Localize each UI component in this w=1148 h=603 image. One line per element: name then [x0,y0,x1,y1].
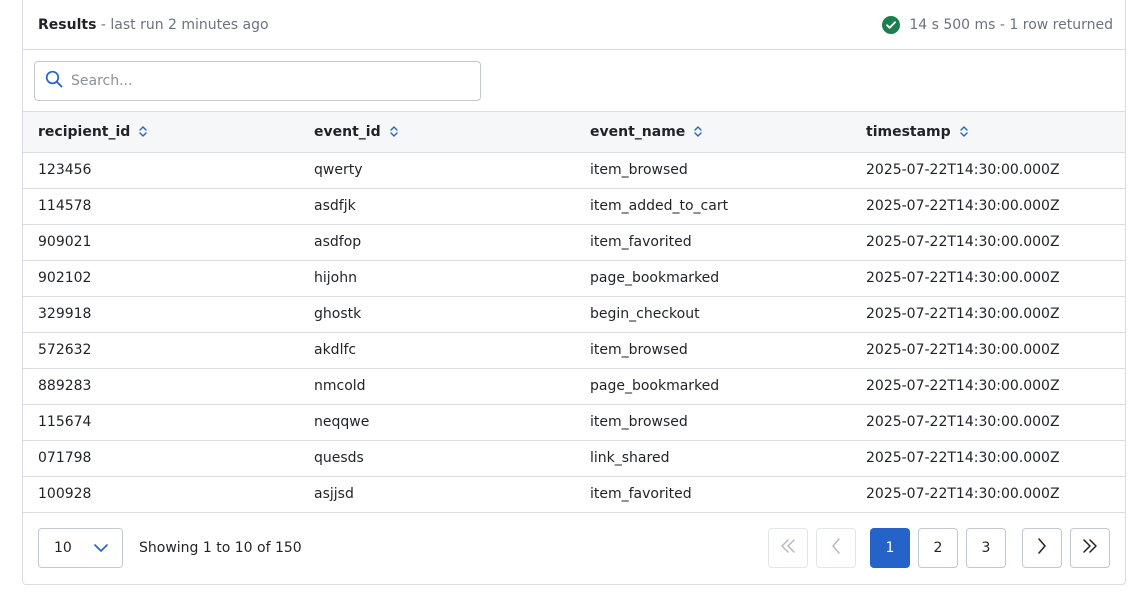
column-header-recipient-id[interactable]: recipient_id [23,112,299,152]
cell-timestamp: 2025-07-22T14:30:00.000Z [866,198,1060,214]
cell-event-id: asdfop [314,234,362,250]
cell-timestamp: 2025-07-22T14:30:00.000Z [866,234,1060,250]
cell-event-id: akdlfc [314,342,357,358]
search-input[interactable] [71,73,451,89]
cell-event-id: ghostk [314,306,362,322]
page-button-1[interactable]: 1 [870,528,910,568]
page-size-value: 10 [54,540,72,556]
cell-event-id: qwerty [314,162,363,178]
cell-timestamp: 2025-07-22T14:30:00.000Z [866,414,1060,430]
double-chevron-left-icon [780,539,796,557]
footer-left: 10 Showing 1 to 10 of 150 [38,528,302,568]
results-table: recipient_id event_id event_name timesta… [23,112,1125,513]
cell-event-id: asdfjk [314,198,356,214]
cell-event-name: page_bookmarked [590,270,720,286]
pagination-summary: Showing 1 to 10 of 150 [139,540,302,556]
cell-event-id: asjjsd [314,486,354,502]
cell-recipient-id: 100928 [38,486,92,502]
cell-timestamp: 2025-07-22T14:30:00.000Z [866,342,1060,358]
search-bar [23,50,1125,112]
chevron-right-icon [1037,538,1047,558]
sort-icon[interactable] [389,125,398,138]
column-label: event_name [590,123,686,140]
page-button-2[interactable]: 2 [918,528,958,568]
chevron-down-icon [94,540,108,556]
title-separator: - [100,16,106,33]
cell-recipient-id: 572632 [38,342,92,358]
run-status: 14 s 500 ms - 1 row returned [882,15,1113,34]
cell-event-id: hijohn [314,270,357,286]
cell-timestamp: 2025-07-22T14:30:00.000Z [866,162,1060,178]
cell-event-name: item_browsed [590,414,688,430]
cell-recipient-id: 889283 [38,378,92,394]
run-status-text: 14 s 500 ms - 1 row returned [909,16,1113,33]
last-page-button[interactable] [1070,528,1110,568]
cell-event-name: begin_checkout [590,306,700,322]
column-label: recipient_id [38,123,131,140]
table-row: 889283 nmcold page_bookmarked 2025-07-22T14… [23,368,1125,404]
cell-event-name: item_browsed [590,342,688,358]
table-footer: 10 Showing 1 to 10 of 150 1 2 3 [23,513,1125,584]
cell-recipient-id: 123456 [38,162,92,178]
column-header-event-id[interactable]: event_id [299,112,575,152]
table-row: 902102 hijohn page_bookmarked 2025-07-22T14… [23,260,1125,296]
chevron-left-icon [831,538,841,558]
table-row: 123456 qwerty item_browsed 2025-07-22T14:30… [23,152,1125,188]
search-field[interactable] [34,61,481,101]
cell-timestamp: 2025-07-22T14:30:00.000Z [866,270,1060,286]
sort-icon[interactable] [959,125,968,138]
table-row: 909021 asdfop item_favorited 2025-07-22T14:… [23,224,1125,260]
cell-event-name: item_browsed [590,162,688,178]
cell-timestamp: 2025-07-22T14:30:00.000Z [866,486,1060,502]
cell-event-id: quesds [314,450,364,466]
page-size-select[interactable]: 10 [38,528,123,568]
results-header: Results - last run 2 minutes ago 14 s 50… [23,0,1125,50]
sort-icon[interactable] [139,125,147,138]
results-title: Results [38,16,97,33]
previous-page-button[interactable] [816,528,856,568]
column-label: timestamp [866,123,951,140]
next-page-button[interactable] [1022,528,1062,568]
check-circle-icon [882,15,901,34]
cell-recipient-id: 114578 [38,198,92,214]
cell-event-name: item_added_to_cart [590,198,729,214]
table-row: 114578 asdfjk item_added_to_cart 2025-07-22… [23,188,1125,224]
search-icon [45,70,63,92]
table-row: 071798 quesds link_shared 2025-07-22T14:30:… [23,440,1125,476]
cell-recipient-id: 909021 [38,234,92,250]
cell-recipient-id: 071798 [38,450,92,466]
pagination: 1 2 3 [760,528,1110,568]
cell-event-id: neqqwe [314,414,370,430]
cell-timestamp: 2025-07-22T14:30:00.000Z [866,306,1060,322]
column-header-timestamp[interactable]: timestamp [851,112,1125,152]
results-panel: Results - last run 2 minutes ago 14 s 50… [22,0,1126,585]
cell-event-name: page_bookmarked [590,378,720,394]
cell-timestamp: 2025-07-22T14:30:00.000Z [866,378,1060,394]
cell-recipient-id: 902102 [38,270,92,286]
first-page-button[interactable] [768,528,808,568]
table-row: 329918 ghostk begin_checkout 2025-07-22T14:… [23,296,1125,332]
cell-recipient-id: 329918 [38,306,92,322]
last-run-text: last run 2 minutes ago [110,16,269,33]
table-row: 572632 akdlfc item_browsed 2025-07-22T14:30… [23,332,1125,368]
cell-event-id: nmcold [314,378,366,394]
column-label: event_id [314,123,381,140]
page-button-3[interactable]: 3 [966,528,1006,568]
results-title-group: Results - last run 2 minutes ago [38,17,269,33]
cell-recipient-id: 115674 [38,414,92,430]
cell-timestamp: 2025-07-22T14:30:00.000Z [866,450,1060,466]
table-header-row: recipient_id event_id event_name timesta… [23,112,1125,152]
cell-event-name: item_favorited [590,486,692,502]
cell-event-name: item_favorited [590,234,692,250]
column-header-event-name[interactable]: event_name [575,112,851,152]
cell-event-name: link_shared [590,450,670,466]
table-row: 115674 neqqwe item_browsed 2025-07-22T14:30… [23,404,1125,440]
sort-icon[interactable] [694,125,702,138]
table-row: 100928 asjjsd item_favorited 2025-07-22T14:… [23,476,1125,512]
double-chevron-right-icon [1082,539,1098,557]
